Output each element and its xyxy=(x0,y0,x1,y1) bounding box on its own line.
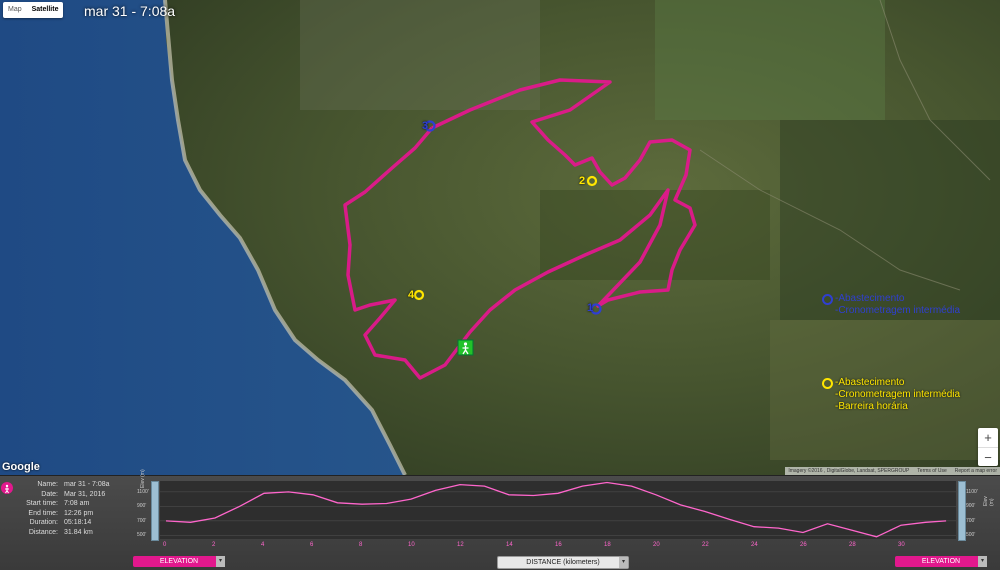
x-tick-label: 20 xyxy=(653,542,660,548)
marker-4-label: 4 xyxy=(408,289,415,301)
legend-blue-line-1: -Abastecimento xyxy=(835,293,905,304)
track-info-row: End time: 12:26 pm xyxy=(0,510,110,520)
map-type-control: Map Satellite xyxy=(3,2,64,18)
left-range-handle[interactable] xyxy=(151,481,159,541)
terms-link[interactable]: Terms of Use xyxy=(917,468,946,474)
blue-ring-icon xyxy=(822,294,833,305)
track-info-row: Distance: 31.84 km xyxy=(0,529,110,539)
y-tick-label: 700' xyxy=(137,517,147,524)
legend-blue-line-2: -Cronometragem intermédia xyxy=(835,305,961,316)
track-info-key: Date: xyxy=(41,490,58,498)
elevation-panel: Name: mar 31 - 7:08a Date: Mar 31, 2016 Star… xyxy=(0,469,1000,570)
yellow-ring-icon xyxy=(822,378,833,389)
x-tick-label: 16 xyxy=(555,542,562,548)
x-tick-label: 18 xyxy=(604,542,611,548)
track-info-value: 05:18:14 xyxy=(64,519,92,527)
track-info-key: Distance: xyxy=(28,528,58,536)
x-tick-label: 14 xyxy=(506,542,513,548)
x-tick-label: 26 xyxy=(800,542,807,548)
track-info-row: Name: mar 31 - 7:08a xyxy=(0,481,110,491)
track-info-key: Duration: xyxy=(29,519,58,527)
marker-3-label: 3 xyxy=(422,120,429,132)
google-logo: Google xyxy=(2,461,40,473)
report-error-link[interactable]: Report a map error xyxy=(955,468,997,474)
left-metric-select[interactable]: ELEVATION ▾ xyxy=(133,556,225,567)
zoom-in-button[interactable]: + xyxy=(978,428,998,447)
y-tick-label: 700' xyxy=(966,517,976,524)
map-title: mar 31 - 7:08a xyxy=(84,3,176,19)
y-tick-label: 1100' xyxy=(966,488,978,495)
x-axis-select[interactable]: DISTANCE (kilometers) ▾ xyxy=(497,556,629,569)
track-info-key: Name: xyxy=(37,481,58,488)
elevation-chart xyxy=(160,481,956,539)
y-tick-label: 900' xyxy=(966,503,976,510)
x-tick-label: 6 xyxy=(310,542,314,548)
track-info-key: Start time: xyxy=(26,500,58,508)
zoom-control: + − xyxy=(978,428,998,466)
track-info: Name: mar 31 - 7:08a Date: Mar 31, 2016 Star… xyxy=(0,481,110,539)
imagery-credit: Imagery ©2016 , DigitalGlobe, Landsat, S… xyxy=(788,468,910,474)
left-metric-label: ELEVATION xyxy=(159,558,199,565)
y-tick-label: 900' xyxy=(137,503,147,510)
y-tick-label: 500' xyxy=(137,532,147,539)
map-type-satellite-button[interactable]: Satellite xyxy=(27,2,64,18)
x-tick-label: 4 xyxy=(261,542,265,548)
x-axis-select-label: DISTANCE (kilometers) xyxy=(526,559,600,566)
x-tick-label: 28 xyxy=(849,542,856,548)
y-axis-label-right: Elev (m) xyxy=(983,496,995,506)
elevation-plot xyxy=(160,481,956,538)
track-info-value: mar 31 - 7:08a xyxy=(64,481,110,488)
zoom-out-button[interactable]: − xyxy=(978,447,998,467)
map-type-map-button[interactable]: Map xyxy=(3,2,27,18)
track-info-row: Duration: 05:18:14 xyxy=(0,519,110,529)
x-tick-label: 8 xyxy=(359,542,363,548)
map-attribution: Imagery ©2016 , DigitalGlobe, Landsat, S… xyxy=(785,467,1000,475)
x-tick-label: 2 xyxy=(212,542,216,548)
y-axis-label-left: Elev (m) xyxy=(140,469,146,488)
x-tick-label: 10 xyxy=(408,542,415,548)
x-tick-label: 24 xyxy=(751,542,758,548)
right-range-handle[interactable] xyxy=(958,481,966,541)
y-tick-label: 1100' xyxy=(137,488,149,495)
track-info-row: Start time: 7:08 am xyxy=(0,500,110,510)
map-view[interactable]: 3 2 4 1 Map Satellite mar 31 - 7:08a -Ab… xyxy=(0,0,1000,475)
legend-yellow-line-2: -Cronometragem intermédia xyxy=(835,389,961,400)
track-info-value: 12:26 pm xyxy=(64,509,94,517)
elevation-line xyxy=(165,481,947,538)
track-info-value: 7:08 am xyxy=(64,500,90,508)
track-info-row: Date: Mar 31, 2016 xyxy=(0,491,110,501)
legend-yellow-line-3: -Barreira horária xyxy=(835,401,908,412)
marker-1-label: 1 xyxy=(587,302,594,314)
track-info-value: 31.84 km xyxy=(64,528,93,536)
legend-yellow-line-1: -Abastecimento xyxy=(835,377,905,388)
x-tick-label: 22 xyxy=(702,542,709,548)
y-tick-label: 500' xyxy=(966,532,976,539)
x-tick-label: 12 xyxy=(457,542,464,548)
x-tick-label: 0 xyxy=(163,542,167,548)
right-metric-label: ELEVATION xyxy=(921,558,961,565)
right-metric-select[interactable]: ELEVATION ▾ xyxy=(895,556,987,567)
x-tick-label: 30 xyxy=(898,542,905,548)
chevron-down-icon: ▾ xyxy=(216,556,225,567)
chevron-down-icon: ▾ xyxy=(619,557,628,568)
track-info-key: End time: xyxy=(28,509,58,517)
track-info-value: Mar 31, 2016 xyxy=(64,490,106,498)
chevron-down-icon: ▾ xyxy=(978,556,987,567)
marker-2-label: 2 xyxy=(579,175,586,187)
